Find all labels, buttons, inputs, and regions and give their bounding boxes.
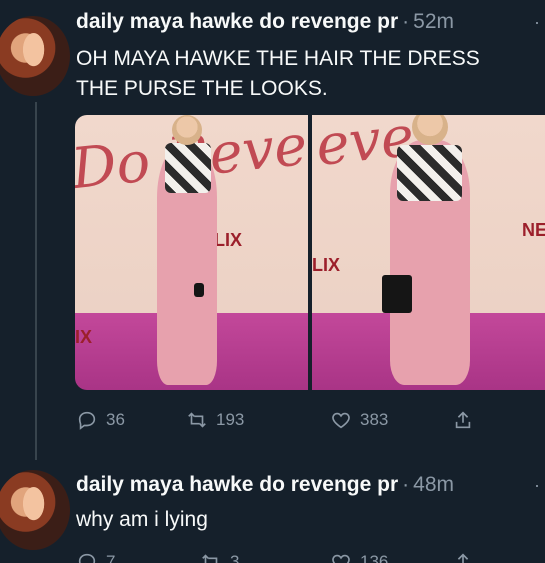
author-name[interactable]: daily maya hawke do revenge pr: [76, 10, 398, 34]
photo-right[interactable]: eve LIX NE: [312, 115, 545, 390]
reply-button[interactable]: 36: [76, 409, 125, 431]
dress-bodice: [165, 143, 211, 193]
author-name[interactable]: daily maya hawke do revenge pr: [76, 473, 398, 497]
purse: [382, 275, 412, 313]
reply-count: 36: [106, 410, 125, 429]
timestamp[interactable]: 52m: [413, 10, 454, 34]
reply-icon: [78, 411, 96, 430]
retweet-count: 3: [230, 552, 240, 563]
share-button[interactable]: [452, 551, 482, 563]
dress-bodice: [397, 145, 462, 201]
tweet-text-line: why am i lying: [76, 508, 208, 531]
backdrop-text: IX: [75, 327, 93, 347]
avatar[interactable]: [0, 470, 70, 550]
retweet-button[interactable]: 193: [186, 409, 244, 431]
tweet-text: OH MAYA HAWKE THE HAIR THE DRESS THE PUR…: [76, 44, 480, 104]
reply-icon: [78, 553, 96, 563]
reply-button[interactable]: 7: [76, 551, 115, 563]
separator: ·: [402, 473, 410, 496]
heart-icon: [332, 554, 350, 563]
more-icon[interactable]: ·: [534, 12, 541, 33]
like-count: 383: [360, 410, 389, 429]
photo-left[interactable]: Do Reve FLIX IX: [75, 115, 308, 390]
purse: [194, 283, 204, 297]
share-button[interactable]: [452, 409, 482, 431]
share-icon: [455, 411, 471, 429]
head: [172, 115, 202, 145]
like-button[interactable]: 136: [330, 551, 388, 563]
backdrop-text: LIX: [312, 255, 341, 275]
tweet-actions: 36 193 383: [0, 406, 545, 434]
retweet-button[interactable]: 3: [200, 551, 239, 563]
tweet-actions: 7 3 136: [0, 548, 545, 563]
like-button[interactable]: 383: [330, 409, 388, 431]
media-grid[interactable]: Do Reve FLIX IX eve LIX NE: [75, 115, 545, 390]
retweet-count: 193: [216, 410, 245, 429]
tweet-text: why am i lying: [76, 505, 208, 535]
separator: ·: [402, 10, 410, 33]
like-count: 136: [360, 552, 389, 563]
reply-count: 7: [106, 552, 116, 563]
backdrop-text: NE: [522, 220, 545, 240]
heart-icon: [332, 412, 350, 429]
tweet-text-line: THE PURSE THE LOOKS.: [76, 77, 328, 100]
timestamp[interactable]: 48m: [413, 473, 454, 497]
tweet-text-line: OH MAYA HAWKE THE HAIR THE DRESS: [76, 47, 480, 70]
avatar[interactable]: [0, 16, 70, 96]
share-icon: [457, 553, 469, 563]
tweet-header: daily maya hawke do revenge pr · 52m: [76, 10, 454, 34]
retweet-icon: [202, 554, 218, 563]
tweet-header: daily maya hawke do revenge pr · 48m: [76, 473, 454, 497]
retweet-icon: [188, 412, 206, 428]
more-icon[interactable]: ·: [534, 475, 541, 496]
